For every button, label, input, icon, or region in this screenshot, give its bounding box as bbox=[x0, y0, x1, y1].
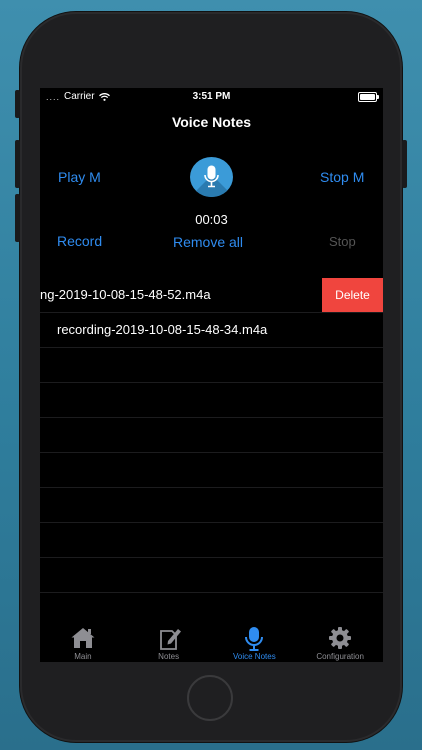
volume-down-button bbox=[15, 194, 20, 242]
list-item[interactable]: recording-2019-10-08-15-48-34.m4a bbox=[40, 313, 383, 348]
empty-row bbox=[40, 558, 383, 593]
recording-name: ng-2019-10-08-15-48-52.m4a bbox=[40, 287, 211, 302]
empty-row bbox=[40, 348, 383, 383]
house-icon bbox=[71, 628, 95, 648]
remove-all-button[interactable]: Remove all bbox=[173, 234, 243, 250]
tab-label: Voice Notes bbox=[233, 652, 276, 661]
record-mic-button[interactable] bbox=[190, 157, 233, 197]
volume-up-button bbox=[15, 140, 20, 188]
stop-m-button[interactable]: Stop M bbox=[320, 169, 364, 185]
mute-switch bbox=[15, 90, 20, 118]
tab-label: Notes bbox=[158, 652, 180, 661]
empty-row bbox=[40, 418, 383, 453]
list-item[interactable]: ng-2019-10-08-15-48-52.m4a Delete bbox=[40, 278, 383, 313]
tab-voice-notes[interactable]: Voice Notes bbox=[212, 622, 298, 662]
play-m-button[interactable]: Play M bbox=[58, 169, 101, 185]
status-time: 3:51 PM bbox=[192, 91, 231, 102]
tab-configuration[interactable]: Configuration bbox=[297, 622, 383, 662]
empty-row bbox=[40, 523, 383, 558]
notes-edit-icon bbox=[159, 629, 181, 650]
tab-main[interactable]: Main bbox=[40, 622, 126, 662]
empty-row bbox=[40, 383, 383, 418]
app-screen: .... Carrier 3:51 PM Voice Notes Play M … bbox=[40, 88, 383, 662]
recordings-list: ng-2019-10-08-15-48-52.m4a Delete record… bbox=[40, 278, 383, 593]
empty-row bbox=[40, 488, 383, 523]
tab-label: Main bbox=[74, 652, 92, 661]
tab-bar: Main Notes Voice Notes Configuration bbox=[40, 622, 383, 662]
battery-icon bbox=[358, 92, 379, 102]
home-button[interactable] bbox=[187, 675, 233, 721]
delete-button[interactable]: Delete bbox=[322, 278, 383, 312]
microphone-icon bbox=[245, 627, 264, 651]
power-button bbox=[402, 140, 407, 188]
page-title: Voice Notes bbox=[171, 114, 252, 130]
recording-name: recording-2019-10-08-15-48-34.m4a bbox=[57, 322, 268, 337]
tab-notes[interactable]: Notes bbox=[126, 622, 212, 662]
stop-button[interactable]: Stop bbox=[329, 234, 356, 249]
recording-timer: 00:03 bbox=[195, 212, 228, 227]
record-button[interactable]: Record bbox=[57, 233, 102, 249]
gear-icon bbox=[329, 627, 352, 649]
tab-label: Configuration bbox=[316, 652, 364, 661]
status-bar: .... Carrier 3:51 PM bbox=[40, 88, 383, 106]
microphone-icon bbox=[204, 165, 219, 188]
empty-row bbox=[40, 453, 383, 488]
